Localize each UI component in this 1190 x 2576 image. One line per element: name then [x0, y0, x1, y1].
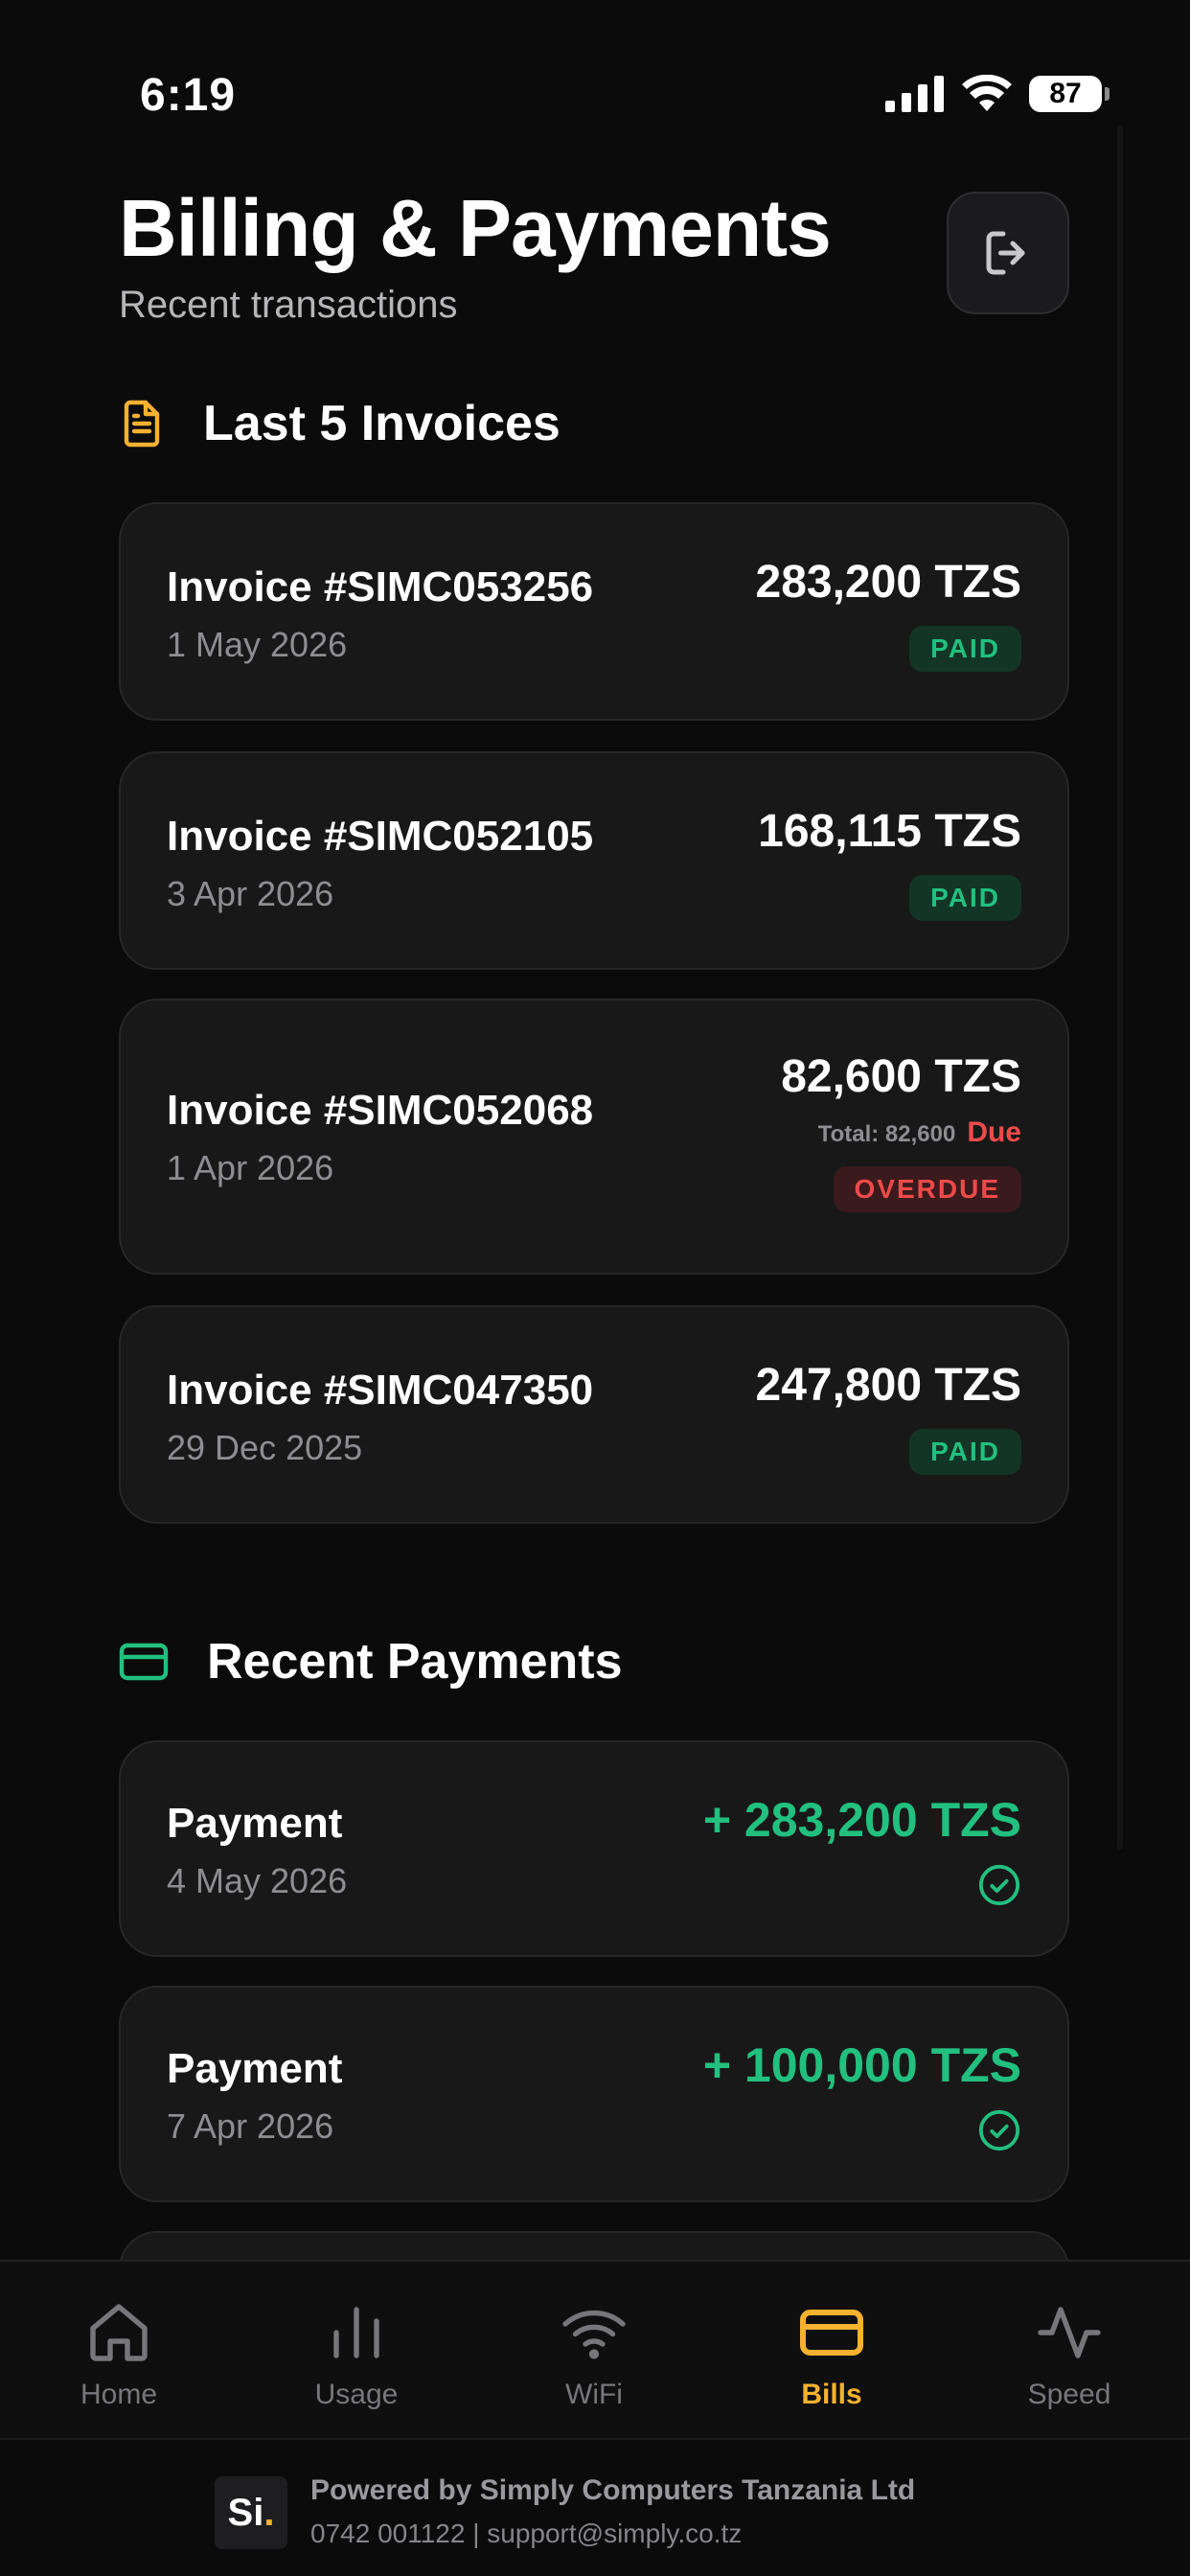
nav-label: Bills — [801, 2379, 862, 2410]
invoice-info: Invoice #SIMC052068 1 Apr 2026 — [167, 1087, 593, 1188]
battery-indicator: 87 — [1029, 76, 1110, 112]
invoice-amount-group: 283,200 TZS PAID — [755, 556, 1022, 672]
nav-label: Usage — [314, 2379, 399, 2410]
invoice-date: 1 Apr 2026 — [167, 1148, 334, 1187]
status-badge: PAID — [909, 626, 1021, 672]
payment-info: Payment 4 May 2026 — [167, 1800, 347, 1901]
payment-title: Payment — [167, 1800, 343, 1847]
invoice-total: Total: 82,600 — [817, 1121, 956, 1147]
brand-logo: Si. — [215, 2476, 287, 2549]
footer: Si. Powered by Simply Computers Tanzania… — [0, 2438, 1190, 2576]
nav-label: Speed — [1027, 2379, 1111, 2410]
payment-amount: + 100,000 TZS — [702, 2038, 1021, 2092]
home-icon — [90, 2304, 148, 2361]
invoice-date: 29 Dec 2025 — [167, 1428, 363, 1467]
payment-card[interactable]: Payment 7 Apr 2026 + 100,000 TZS — [119, 1986, 1069, 2202]
card-icon — [800, 2310, 863, 2356]
invoice-number: Invoice #SIMC052068 — [167, 1087, 594, 1134]
status-badge: PAID — [909, 875, 1021, 921]
invoice-total-row: Total: 82,600 Due — [818, 1116, 1021, 1149]
nav-item-home[interactable]: Home — [23, 2298, 215, 2411]
status-icons: 87 — [885, 75, 1110, 113]
invoice-amount: 247,800 TZS — [755, 1360, 1022, 1411]
status-badge: OVERDUE — [833, 1166, 1021, 1212]
payment-amount-group: + 100,000 TZS — [703, 2037, 1021, 2152]
battery-level: 87 — [1049, 78, 1082, 109]
invoices-section-header: Last 5 Invoices — [119, 395, 561, 452]
logo-text: Si — [227, 2491, 264, 2534]
invoice-card[interactable]: Invoice #SIMC052068 1 Apr 2026 82,600 TZ… — [119, 999, 1069, 1275]
wifi-icon — [562, 2310, 626, 2359]
payment-date: 4 May 2026 — [167, 1861, 348, 1900]
invoice-info: Invoice #SIMC047350 29 Dec 2025 — [167, 1367, 593, 1468]
pulse-icon — [1038, 2307, 1101, 2358]
status-time: 6:19 — [140, 70, 237, 121]
invoice-amount: 82,600 TZS — [781, 1051, 1021, 1102]
footer-contact[interactable]: 0742 001122 | support@simply.co.tz — [310, 2518, 742, 2549]
nav-item-speed[interactable]: Speed — [973, 2298, 1165, 2411]
invoice-date: 3 Apr 2026 — [167, 874, 334, 913]
nav-label: WiFi — [565, 2379, 623, 2410]
page-subtitle: Recent transactions — [119, 284, 458, 326]
due-label: Due — [967, 1116, 1021, 1148]
check-circle-icon — [978, 1864, 1020, 1906]
payments-section-header: Recent Payments — [119, 1633, 623, 1690]
status-badge: PAID — [909, 1429, 1021, 1475]
logout-button[interactable] — [947, 192, 1069, 314]
cellular-signal-icon — [885, 76, 944, 112]
invoice-card[interactable]: Invoice #SIMC047350 29 Dec 2025 247,800 … — [119, 1305, 1069, 1524]
payments-section-title: Recent Payments — [207, 1634, 623, 1690]
invoice-info: Invoice #SIMC053256 1 May 2026 — [167, 564, 593, 665]
page-title: Billing & Payments — [119, 183, 832, 273]
invoice-card[interactable]: Invoice #SIMC053256 1 May 2026 283,200 T… — [119, 502, 1069, 721]
invoice-number: Invoice #SIMC047350 — [167, 1367, 594, 1414]
nav-item-wifi[interactable]: WiFi — [498, 2298, 690, 2411]
invoice-date: 1 May 2026 — [167, 625, 348, 664]
nav-item-usage[interactable]: Usage — [261, 2298, 452, 2411]
invoice-info: Invoice #SIMC052105 3 Apr 2026 — [167, 813, 593, 914]
payment-amount-group: + 283,200 TZS — [703, 1792, 1021, 1907]
payment-info: Payment 7 Apr 2026 — [167, 2045, 342, 2147]
card-icon — [119, 1643, 169, 1681]
invoice-amount: 283,200 TZS — [755, 557, 1022, 608]
payment-title: Payment — [167, 2045, 343, 2092]
logout-icon — [986, 231, 1025, 275]
scrollbar[interactable] — [1117, 125, 1123, 1850]
invoice-amount-group: 82,600 TZS Total: 82,600 Due OVERDUE — [781, 1050, 1021, 1212]
invoice-amount-group: 168,115 TZS PAID — [758, 805, 1021, 921]
nav-item-bills[interactable]: Bills — [736, 2298, 927, 2411]
payment-amount: + 283,200 TZS — [702, 1793, 1021, 1847]
nav-label: Home — [80, 2379, 158, 2410]
bar-chart-icon — [333, 2307, 379, 2358]
payment-date: 7 Apr 2026 — [167, 2106, 334, 2146]
bottom-nav: Home Usage WiFi Bills Speed — [0, 2260, 1190, 2438]
payment-card[interactable]: Payment 4 May 2026 + 283,200 TZS — [119, 1740, 1069, 1957]
wifi-status-icon — [962, 75, 1012, 111]
document-icon — [124, 400, 160, 448]
logo-dot: . — [263, 2491, 275, 2534]
status-bar: 6:19 87 — [0, 0, 1190, 144]
invoice-card[interactable]: Invoice #SIMC052105 3 Apr 2026 168,115 T… — [119, 751, 1069, 970]
invoice-number: Invoice #SIMC053256 — [167, 564, 594, 610]
invoices-section-title: Last 5 Invoices — [203, 396, 561, 451]
invoice-amount-group: 247,800 TZS PAID — [755, 1359, 1022, 1475]
check-circle-icon — [978, 2109, 1020, 2151]
invoice-number: Invoice #SIMC052105 — [167, 813, 594, 860]
footer-title: Powered by Simply Computers Tanzania Ltd — [310, 2474, 916, 2506]
invoice-amount: 168,115 TZS — [758, 806, 1021, 857]
